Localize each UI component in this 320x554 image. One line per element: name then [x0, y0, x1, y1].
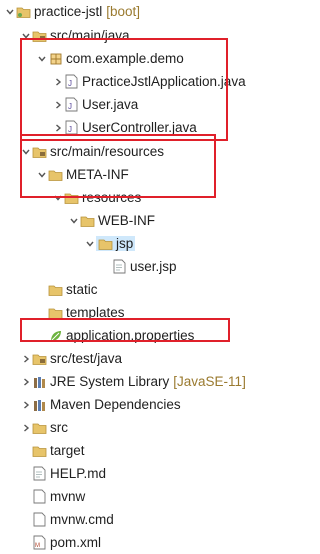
- project-decoration: [boot]: [106, 4, 141, 19]
- tree-item-static[interactable]: static: [0, 278, 318, 301]
- file-icon: [32, 512, 47, 527]
- jre-decoration: [JavaSE-11]: [173, 374, 246, 389]
- tree-item-target[interactable]: target: [0, 439, 302, 462]
- node-label: src/main/java: [50, 28, 130, 43]
- svg-text:J: J: [68, 125, 72, 134]
- chevron-right-icon[interactable]: [20, 353, 32, 365]
- tree-item-application-properties[interactable]: application.properties: [0, 324, 318, 347]
- chevron-down-icon[interactable]: [84, 238, 96, 250]
- tree-item-src[interactable]: src: [0, 416, 290, 439]
- svg-text:J: J: [68, 102, 72, 111]
- file-icon: [32, 489, 47, 504]
- node-label: User.java: [82, 97, 139, 112]
- xml-file-icon: M: [32, 535, 47, 550]
- tree-item-maven-dependencies[interactable]: Maven Dependencies: [0, 393, 290, 416]
- tree-item-src-test-java[interactable]: src/test/java: [0, 347, 290, 370]
- tree-item-com-example-demo[interactable]: com.example.demo: [0, 47, 306, 70]
- folder-icon: [32, 443, 47, 458]
- node-label: UserController.java: [82, 120, 197, 135]
- tree-item-web-inf[interactable]: WEB-INF: [0, 209, 320, 232]
- node-label: resources: [82, 190, 142, 205]
- node-label: META-INF: [66, 167, 129, 182]
- node-label: mvnw: [50, 489, 86, 504]
- tree-item-mvnw[interactable]: mvnw: [0, 485, 302, 508]
- source-folder-icon: [32, 351, 47, 366]
- tree-item-pom-xml[interactable]: M pom.xml: [0, 531, 302, 554]
- file-icon: [112, 259, 127, 274]
- tree-item-practice-jstl-application[interactable]: J PracticeJstlApplication.java: [0, 70, 320, 93]
- tree-item-mvnw-cmd[interactable]: mvnw.cmd: [0, 508, 302, 531]
- node-label: src/main/resources: [50, 144, 165, 159]
- chevron-down-icon[interactable]: [36, 53, 48, 65]
- folder-open-icon: [48, 167, 63, 182]
- library-icon: [32, 397, 47, 412]
- node-label: pom.xml: [50, 535, 102, 550]
- chevron-down-icon[interactable]: [4, 6, 16, 18]
- tree-item-project[interactable]: practice-jstl [boot]: [0, 0, 274, 23]
- node-label: PracticeJstlApplication.java: [82, 74, 246, 89]
- node-label: src: [50, 420, 68, 435]
- node-label: application.properties: [66, 328, 195, 343]
- selection-highlight: jsp: [96, 236, 136, 251]
- svg-text:J: J: [68, 79, 72, 88]
- node-label: src/test/java: [50, 351, 123, 366]
- folder-icon: [48, 305, 63, 320]
- node-label: target: [50, 443, 85, 458]
- chevron-right-icon[interactable]: [52, 76, 64, 88]
- library-icon: [32, 374, 47, 389]
- tree-item-resources[interactable]: resources: [0, 186, 320, 209]
- chevron-down-icon[interactable]: [52, 192, 64, 204]
- tree-item-user-java[interactable]: J User.java: [0, 93, 320, 116]
- node-label: Maven Dependencies: [50, 397, 181, 412]
- project-explorer-tree: practice-jstl [boot] src/main/java com.e…: [0, 0, 270, 550]
- java-file-icon: J: [64, 97, 79, 112]
- node-label: jsp: [116, 236, 134, 251]
- folder-icon: [32, 420, 47, 435]
- chevron-down-icon[interactable]: [20, 146, 32, 158]
- project-name: practice-jstl: [34, 4, 103, 19]
- chevron-right-icon[interactable]: [20, 422, 32, 434]
- node-label: user.jsp: [130, 259, 177, 274]
- tree-item-src-main-resources[interactable]: src/main/resources: [0, 140, 290, 163]
- java-file-icon: J: [64, 74, 79, 89]
- folder-open-icon: [64, 190, 79, 205]
- tree-item-meta-inf[interactable]: META-INF: [0, 163, 306, 186]
- source-folder-icon: [32, 144, 47, 159]
- chevron-right-icon[interactable]: [20, 376, 32, 388]
- node-label: static: [66, 282, 98, 297]
- tree-item-jsp[interactable]: jsp: [0, 232, 320, 255]
- project-folder-icon: [16, 4, 31, 19]
- tree-item-src-main-java[interactable]: src/main/java: [0, 24, 290, 47]
- chevron-down-icon[interactable]: [20, 30, 32, 42]
- tree-item-user-jsp[interactable]: user.jsp: [0, 255, 320, 278]
- node-label: mvnw.cmd: [50, 512, 114, 527]
- node-label: templates: [66, 305, 125, 320]
- svg-text:M: M: [35, 543, 40, 549]
- tree-item-user-controller[interactable]: J UserController.java: [0, 116, 320, 139]
- folder-icon: [48, 282, 63, 297]
- tree-item-jre-system-library[interactable]: JRE System Library [JavaSE-11]: [0, 370, 290, 393]
- spring-leaf-icon: [48, 328, 63, 343]
- folder-open-icon: [98, 236, 113, 251]
- package-icon: [48, 51, 63, 66]
- node-label: com.example.demo: [66, 51, 184, 66]
- chevron-right-icon[interactable]: [20, 399, 32, 411]
- chevron-down-icon[interactable]: [36, 169, 48, 181]
- node-label: JRE System Library: [50, 374, 170, 389]
- java-file-icon: J: [64, 120, 79, 135]
- chevron-down-icon[interactable]: [68, 215, 80, 227]
- node-label: WEB-INF: [98, 213, 155, 228]
- source-folder-icon: [32, 28, 47, 43]
- chevron-right-icon[interactable]: [52, 99, 64, 111]
- chevron-right-icon[interactable]: [52, 122, 64, 134]
- tree-item-templates[interactable]: templates: [0, 301, 318, 324]
- folder-open-icon: [80, 213, 95, 228]
